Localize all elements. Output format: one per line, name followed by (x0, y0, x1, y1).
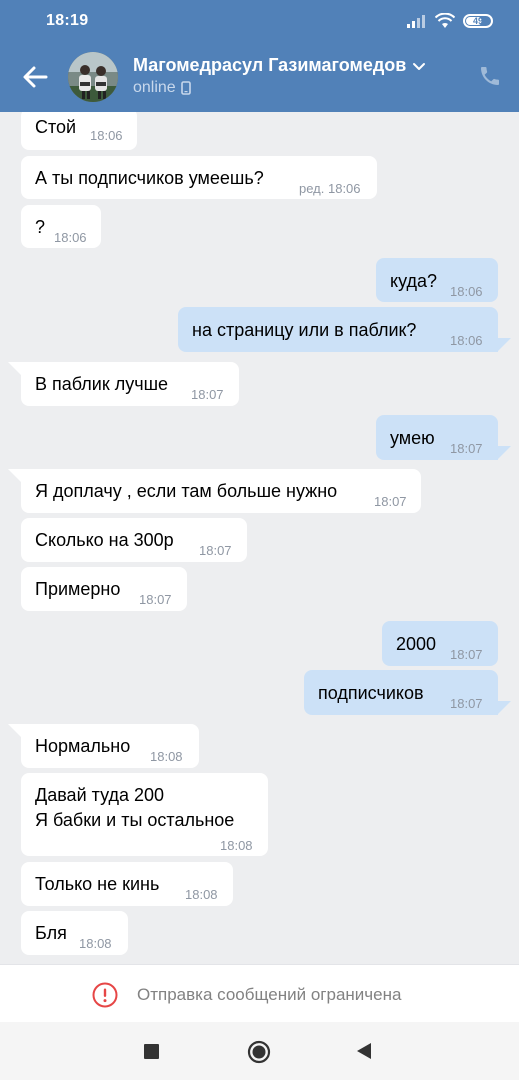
wifi-icon (435, 13, 455, 28)
bubble-tail (8, 469, 22, 483)
arrow-left-icon[interactable] (20, 62, 50, 92)
message-incoming[interactable]: Примерно 18:07 (21, 567, 187, 611)
message-time: 18:07 (139, 592, 172, 607)
contact-name: Магомедрасул Газимагомедов (133, 55, 407, 75)
bubble-tail (497, 701, 511, 715)
message-incoming[interactable]: Я доплачу , если там больше нужно 18:07 (21, 469, 421, 513)
message-time: 18:07 (374, 494, 407, 509)
message-text: Примерно (35, 579, 121, 599)
message-time: 18:07 (450, 647, 483, 662)
message-text: куда? (390, 271, 438, 291)
status-icons: 49 (407, 11, 493, 31)
chat-header: 18:19 49 Магомедрасул Газимагомедов onli… (0, 0, 519, 112)
message-outgoing[interactable]: подписчиков 18:07 (304, 670, 498, 715)
message-incoming[interactable]: Нормально 18:08 (21, 724, 199, 768)
bubble-tail (497, 446, 511, 460)
message-time: 18:08 (79, 936, 112, 951)
message-incoming[interactable]: А ты подписчиков умеешь? ред. 18:06 (21, 156, 377, 199)
battery-level: 49 (472, 16, 483, 26)
message-text: подписчиков (318, 683, 424, 703)
online-text: online (133, 79, 176, 96)
message-text-line-2: Я бабки и ты остальное (35, 810, 235, 830)
bubble-tail (8, 724, 22, 738)
messaging-restricted-bar: Отправка сообщений ограничена (0, 964, 519, 1022)
message-text: А ты подписчиков умеешь? (35, 168, 264, 188)
message-time: 18:08 (150, 749, 183, 764)
signal-icon (407, 15, 425, 28)
online-status: online (133, 79, 191, 97)
message-text: умею (390, 428, 435, 448)
message-incoming[interactable]: Только не кинь 18:08 (21, 862, 233, 906)
message-incoming[interactable]: В паблик лучше 18:07 (21, 362, 239, 406)
message-text: В паблик лучше (35, 374, 169, 394)
message-time: 18:07 (191, 387, 224, 402)
square-icon[interactable] (144, 1044, 159, 1059)
message-time: 18:06 (450, 333, 483, 348)
message-time: 18:07 (199, 543, 232, 558)
message-text: Я доплачу , если там больше нужно (35, 481, 338, 501)
message-time: 18:08 (185, 887, 218, 902)
chevron-down-icon (413, 62, 426, 70)
message-time: ред. 18:06 (299, 181, 361, 196)
message-text: Стой (35, 117, 77, 137)
message-incoming[interactable]: Бля 18:08 (21, 911, 128, 955)
message-incoming[interactable]: ? 18:06 (21, 205, 101, 248)
message-outgoing[interactable]: умею 18:07 (376, 415, 498, 460)
exclamation-circle-icon (92, 982, 118, 1008)
message-text: Давай туда 200 (35, 785, 165, 805)
message-list[interactable]: Стой 18:06 А ты подписчиков умеешь? ред.… (0, 112, 519, 964)
message-outgoing[interactable]: куда? 18:06 (376, 258, 498, 302)
message-outgoing[interactable]: на страницу или в паблик? 18:06 (178, 307, 498, 352)
bubble-tail (8, 362, 22, 376)
contact-name-row[interactable]: Магомедрасул Газимагомедов (133, 55, 426, 76)
battery-icon: 49 (463, 14, 493, 28)
message-text: Только не кинь (35, 874, 160, 894)
message-time: 18:08 (220, 838, 253, 853)
message-text: Нормально (35, 736, 131, 756)
restricted-text: Отправка сообщений ограничена (137, 985, 402, 1004)
phone-icon[interactable] (478, 64, 502, 88)
circle-icon[interactable] (247, 1040, 271, 1064)
message-time: 18:07 (450, 441, 483, 456)
message-text: на страницу или в паблик? (192, 320, 417, 340)
avatar[interactable] (68, 52, 118, 102)
message-incoming[interactable]: Сколько на 300р 18:07 (21, 518, 247, 562)
message-text: 2000 (396, 634, 437, 654)
message-text: Сколько на 300р (35, 530, 174, 550)
message-text: ? (35, 217, 46, 237)
system-nav-bar (0, 1022, 519, 1080)
triangle-back-icon[interactable] (355, 1042, 373, 1060)
message-time: 18:06 (90, 128, 123, 143)
message-text: Бля (35, 923, 67, 943)
message-time: 18:06 (450, 284, 483, 299)
message-outgoing[interactable]: 2000 18:07 (382, 621, 498, 666)
message-time: 18:07 (450, 696, 483, 711)
mobile-phone-icon (180, 81, 191, 95)
bubble-tail (497, 338, 511, 352)
message-incoming[interactable]: Стой 18:06 (21, 112, 137, 150)
message-incoming[interactable]: Давай туда 200 Я бабки и ты остальное 18… (21, 773, 268, 856)
message-time: 18:06 (54, 230, 87, 245)
status-time: 18:19 (46, 12, 89, 29)
status-bar: 18:19 49 (0, 0, 519, 42)
